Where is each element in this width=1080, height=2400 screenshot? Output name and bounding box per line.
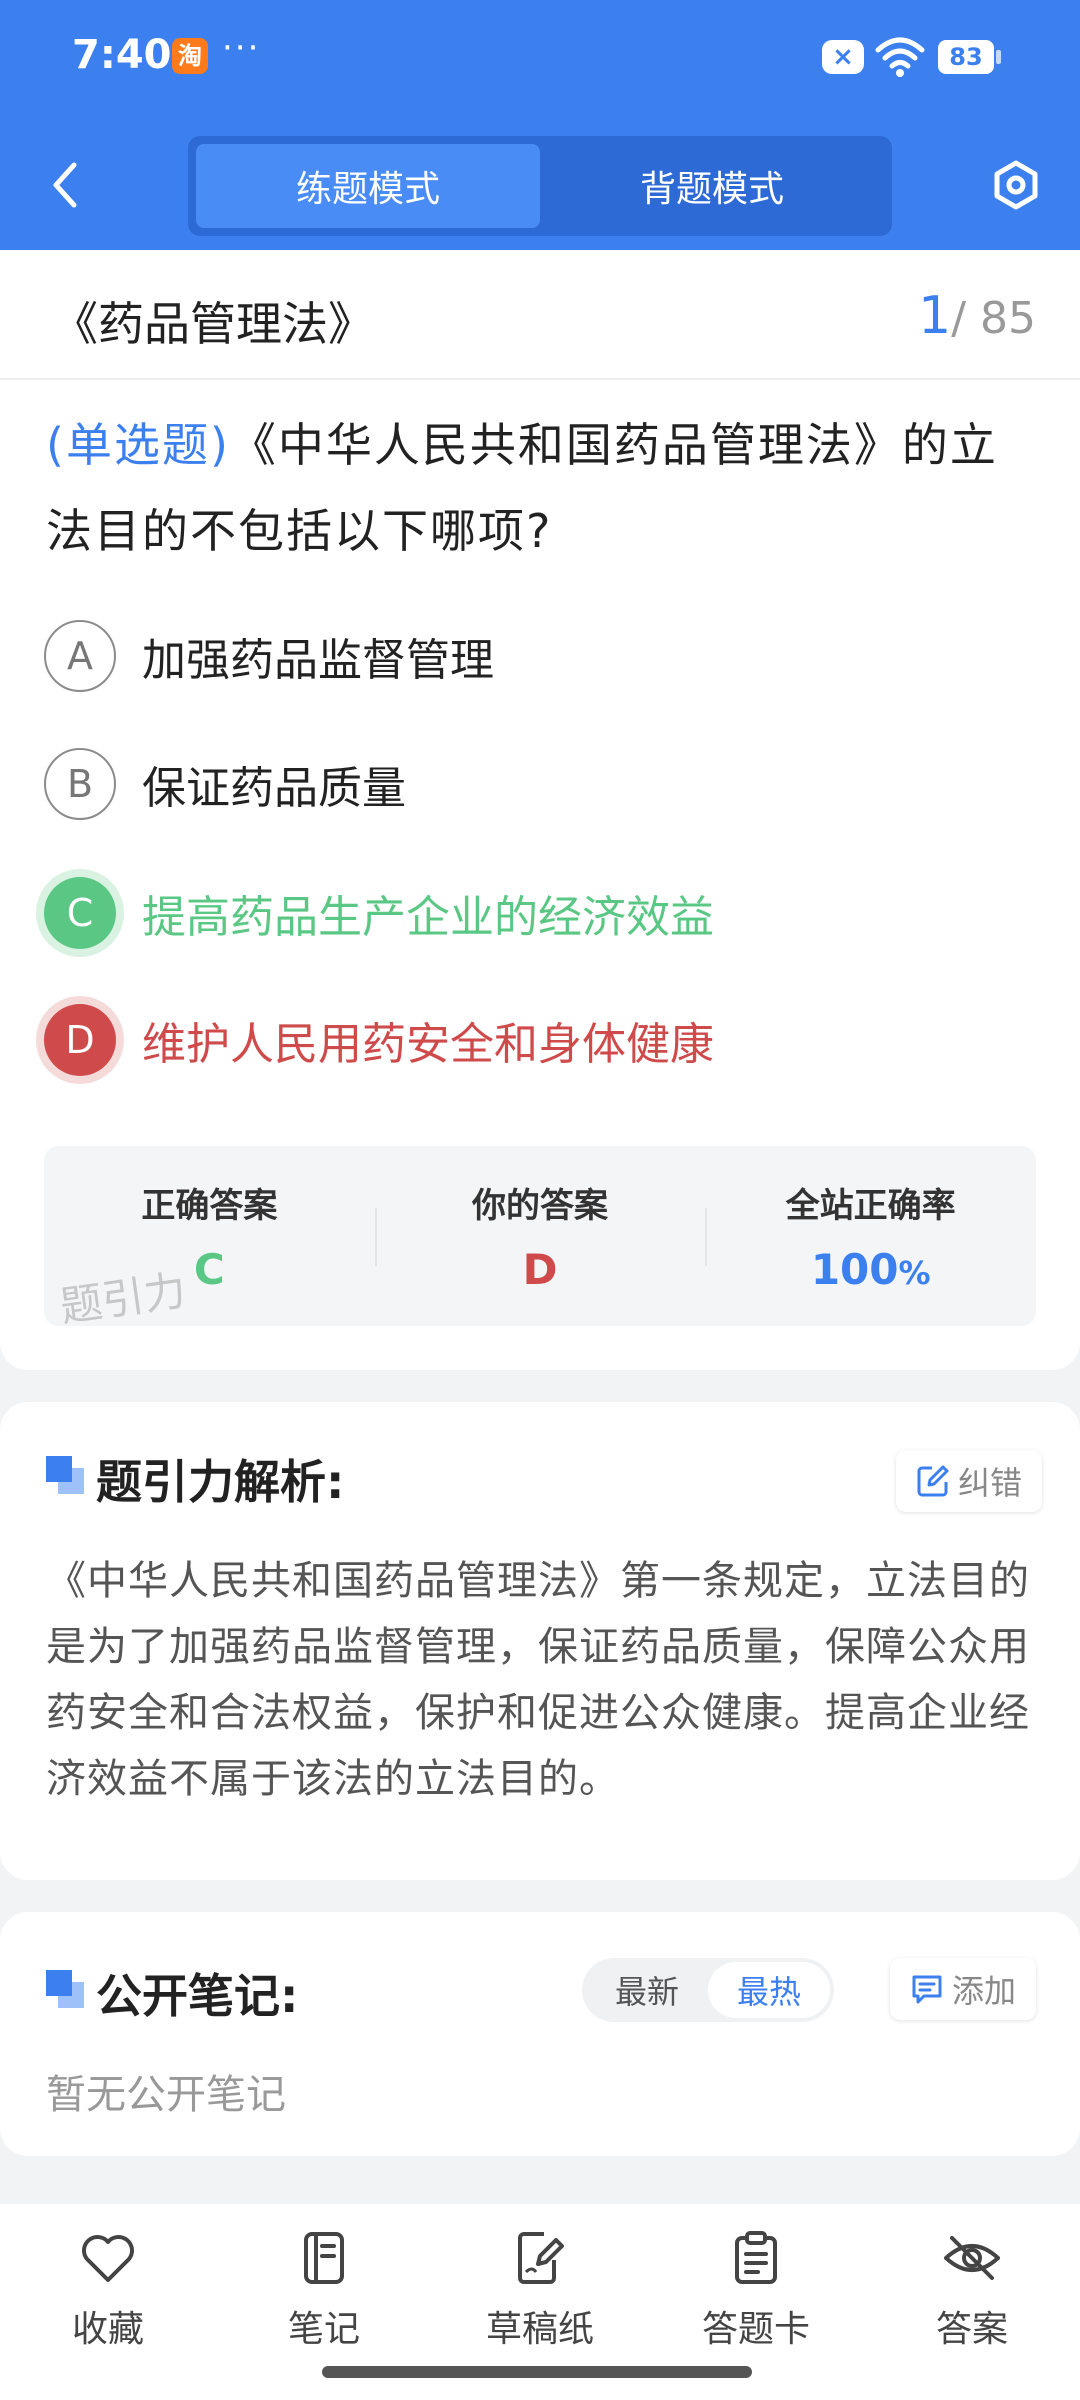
option-c[interactable]: C 提高药品生产企业的经济效益 xyxy=(44,875,1034,951)
option-text: 维护人民用药安全和身体健康 xyxy=(142,1019,714,1070)
current-question-number: 1 xyxy=(918,286,952,346)
question-progress: 1/ 85 xyxy=(918,286,1036,346)
add-note-label: 添加 xyxy=(952,1972,1017,2010)
more-notifications-icon: ··· xyxy=(222,28,261,68)
stat-label: 全站正确率 xyxy=(785,1186,956,1226)
comment-icon xyxy=(912,1975,942,2004)
option-text: 提高药品生产企业的经济效益 xyxy=(142,892,714,943)
stat-label: 你的答案 xyxy=(472,1186,608,1226)
settings-button[interactable] xyxy=(988,155,1044,215)
sort-latest[interactable]: 最新 xyxy=(586,1962,708,2018)
draft-paper-icon xyxy=(510,2228,570,2288)
option-letter: B xyxy=(44,748,116,820)
report-error-label: 纠错 xyxy=(958,1464,1023,1502)
report-error-button[interactable]: 纠错 xyxy=(896,1450,1043,1512)
analysis-text: 《中华人民共和国药品管理法》第一条规定，立法目的是为了加强药品监督管理，保证药品… xyxy=(46,1558,1030,1802)
notes-empty-text: 暂无公开笔记 xyxy=(46,2072,286,2118)
status-time: 7:40 xyxy=(72,32,172,78)
option-letter: D xyxy=(44,1004,116,1076)
chapter-title: 《药品管理法》 xyxy=(52,297,374,351)
nav-label: 答题卡 xyxy=(701,2309,810,2350)
heart-icon xyxy=(78,2228,138,2288)
section-icon xyxy=(46,1456,84,1494)
option-d[interactable]: D 维护人民用药安全和身体健康 xyxy=(44,1002,1034,1078)
question-card: 《药品管理法》 1/ 85 (单选题)《中华人民共和国药品管理法》的立法目的不包… xyxy=(0,250,1080,1370)
question-type: (单选题) xyxy=(46,418,230,472)
chevron-left-icon xyxy=(53,162,77,208)
your-answer-stat: 你的答案 D xyxy=(374,1146,706,1326)
tab-memorize-mode[interactable]: 背题模式 xyxy=(540,144,884,228)
answer-stats: 正确答案 C 你的答案 D 全站正确率 100% xyxy=(44,1146,1036,1326)
stat-label: 正确答案 xyxy=(141,1186,278,1226)
home-indicator[interactable] xyxy=(322,2366,752,2378)
nav-label: 草稿纸 xyxy=(485,2309,594,2350)
nav-label: 笔记 xyxy=(287,2309,360,2350)
sim-disabled-icon: × xyxy=(822,40,864,74)
notes-sort-toggle: 最新 最热 xyxy=(582,1958,834,2022)
sort-hottest[interactable]: 最热 xyxy=(708,1962,830,2018)
total-questions: / 85 xyxy=(951,293,1036,344)
tab-practice-mode[interactable]: 练题模式 xyxy=(196,144,540,228)
your-answer-value: D xyxy=(522,1245,558,1294)
analysis-card: 题引力解析: 纠错 《中华人民共和国药品管理法》第一条规定，立法目的是为了加强药… xyxy=(0,1402,1080,1880)
accuracy-rate-stat: 全站正确率 100% xyxy=(705,1146,1036,1326)
analysis-title: 题引力解析: xyxy=(96,1455,345,1509)
eye-off-icon xyxy=(942,2228,1002,2288)
battery-indicator: 83 xyxy=(938,40,1001,74)
wifi-icon xyxy=(874,34,926,78)
option-letter: A xyxy=(44,620,116,692)
option-text: 加强药品监督管理 xyxy=(142,635,494,686)
add-note-button[interactable]: 添加 xyxy=(890,1958,1037,2020)
chapter-row: 《药品管理法》 1/ 85 xyxy=(0,250,1080,380)
nav-label: 收藏 xyxy=(71,2309,144,2350)
notes-title: 公开笔记: xyxy=(96,1969,299,2023)
back-button[interactable] xyxy=(40,155,90,215)
option-a[interactable]: A 加强药品监督管理 xyxy=(44,618,1034,694)
nav-favorite[interactable]: 收藏 xyxy=(0,2204,216,2400)
nav-show-answer[interactable]: 答案 xyxy=(864,2204,1080,2400)
rate-number: 100 xyxy=(810,1245,899,1294)
section-icon xyxy=(46,1970,84,2008)
accuracy-rate-value: 100% xyxy=(705,1245,1036,1294)
gear-icon xyxy=(994,160,1038,210)
nav-label: 答案 xyxy=(935,2309,1008,2350)
public-notes-card: 公开笔记: 最新 最热 添加 暂无公开笔记 xyxy=(0,1912,1080,2156)
app-header: 7:40 淘 ··· × 83 练题模式 背题模式 xyxy=(0,0,1080,250)
edit-icon xyxy=(917,1465,949,1497)
answer-card-icon xyxy=(726,2228,786,2288)
question-text-block: (单选题)《中华人民共和国药品管理法》的立法目的不包括以下哪项? xyxy=(46,402,1036,574)
option-b[interactable]: B 保证药品质量 xyxy=(44,746,1034,822)
rate-unit: % xyxy=(898,1254,931,1292)
mode-switcher: 练题模式 背题模式 xyxy=(188,136,892,236)
notebook-icon xyxy=(294,2228,354,2288)
taobao-notification-icon: 淘 xyxy=(172,38,208,74)
option-letter: C xyxy=(44,877,116,949)
option-text: 保证药品质量 xyxy=(142,763,406,814)
